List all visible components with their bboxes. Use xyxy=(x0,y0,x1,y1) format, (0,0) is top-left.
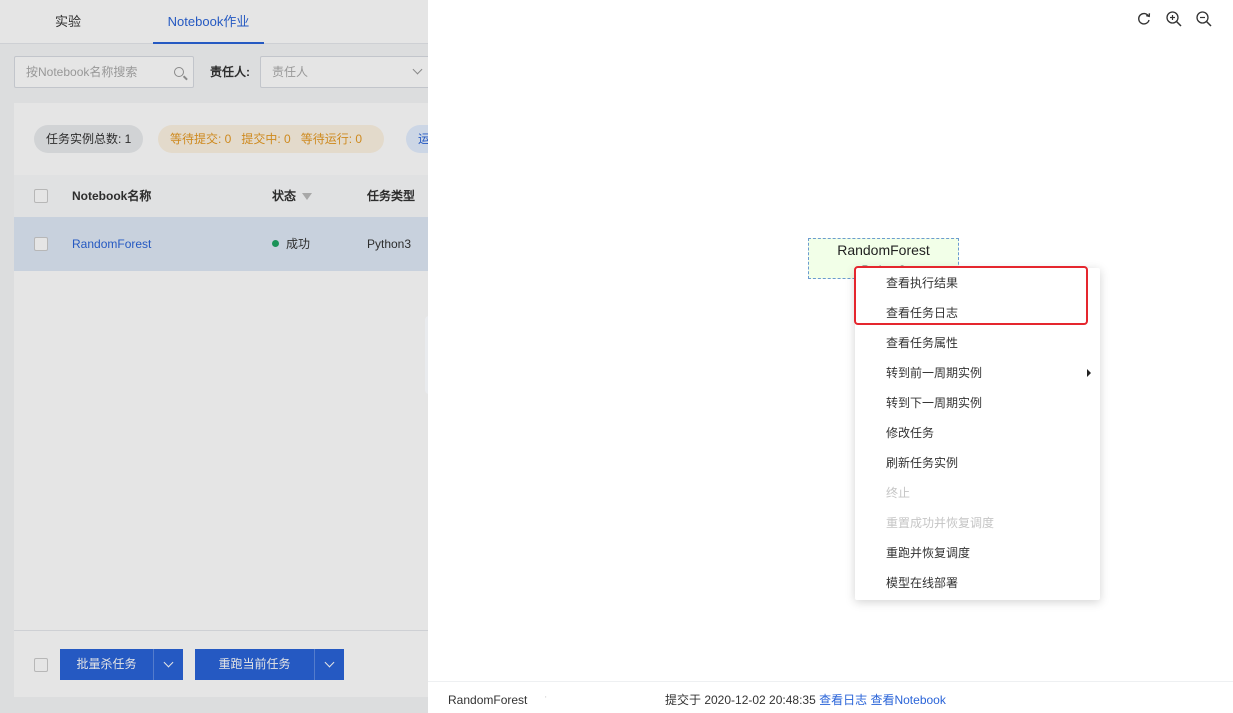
zoom-in-icon[interactable] xyxy=(1165,10,1183,28)
menu-item-reset-success: 重置成功并恢复调度 xyxy=(886,516,995,530)
task-node-title: RandomForest xyxy=(837,242,930,258)
menu-item-rerun-resume[interactable]: 重跑并恢复调度 xyxy=(855,538,1100,568)
graph-toolbar xyxy=(1135,10,1213,28)
footer-submitted-time: 提交于 2020-12-02 20:48:35 xyxy=(665,693,816,707)
menu-item-edit-task[interactable]: 修改任务 xyxy=(855,418,1100,448)
drawer-footer: RandomForest ' 提交于 2020-12-02 20:48:35 查… xyxy=(428,681,1233,713)
view-log-link[interactable]: 查看日志 xyxy=(819,693,867,707)
zoom-out-icon[interactable] xyxy=(1195,10,1213,28)
context-menu: 查看执行结果 查看任务日志 查看任务属性 转到前一周期实例 转到下一周期实例 修… xyxy=(855,268,1100,600)
menu-item-terminate: 终止 xyxy=(886,486,911,500)
footer-meta: 提交于 2020-12-02 20:48:35 查看日志 查看Notebook xyxy=(665,682,946,713)
menu-item-refresh-instance[interactable]: 刷新任务实例 xyxy=(855,448,1100,478)
task-dag-drawer: RandomForest Python3 查看执行结果 查看任务日志 查看任务属… xyxy=(428,0,1233,713)
menu-item-next-cycle[interactable]: 转到下一周期实例 xyxy=(855,388,1100,418)
modal-overlay[interactable] xyxy=(0,0,428,713)
menu-item-view-properties[interactable]: 查看任务属性 xyxy=(855,328,1100,358)
menu-item-prev-cycle-label: 转到前一周期实例 xyxy=(886,366,983,380)
footer-task-name: RandomForest xyxy=(448,693,528,707)
menu-item-prev-cycle[interactable]: 转到前一周期实例 xyxy=(855,358,1100,388)
menu-item-view-log[interactable]: 查看任务日志 xyxy=(855,298,1100,328)
submenu-arrow-icon xyxy=(1087,369,1091,377)
view-notebook-link[interactable]: 查看Notebook xyxy=(870,693,945,707)
footer-tick: ' xyxy=(545,695,547,704)
menu-item-view-result[interactable]: 查看执行结果 xyxy=(855,268,1100,298)
refresh-icon[interactable] xyxy=(1135,10,1153,28)
menu-item-deploy-model[interactable]: 模型在线部署 xyxy=(855,568,1100,598)
